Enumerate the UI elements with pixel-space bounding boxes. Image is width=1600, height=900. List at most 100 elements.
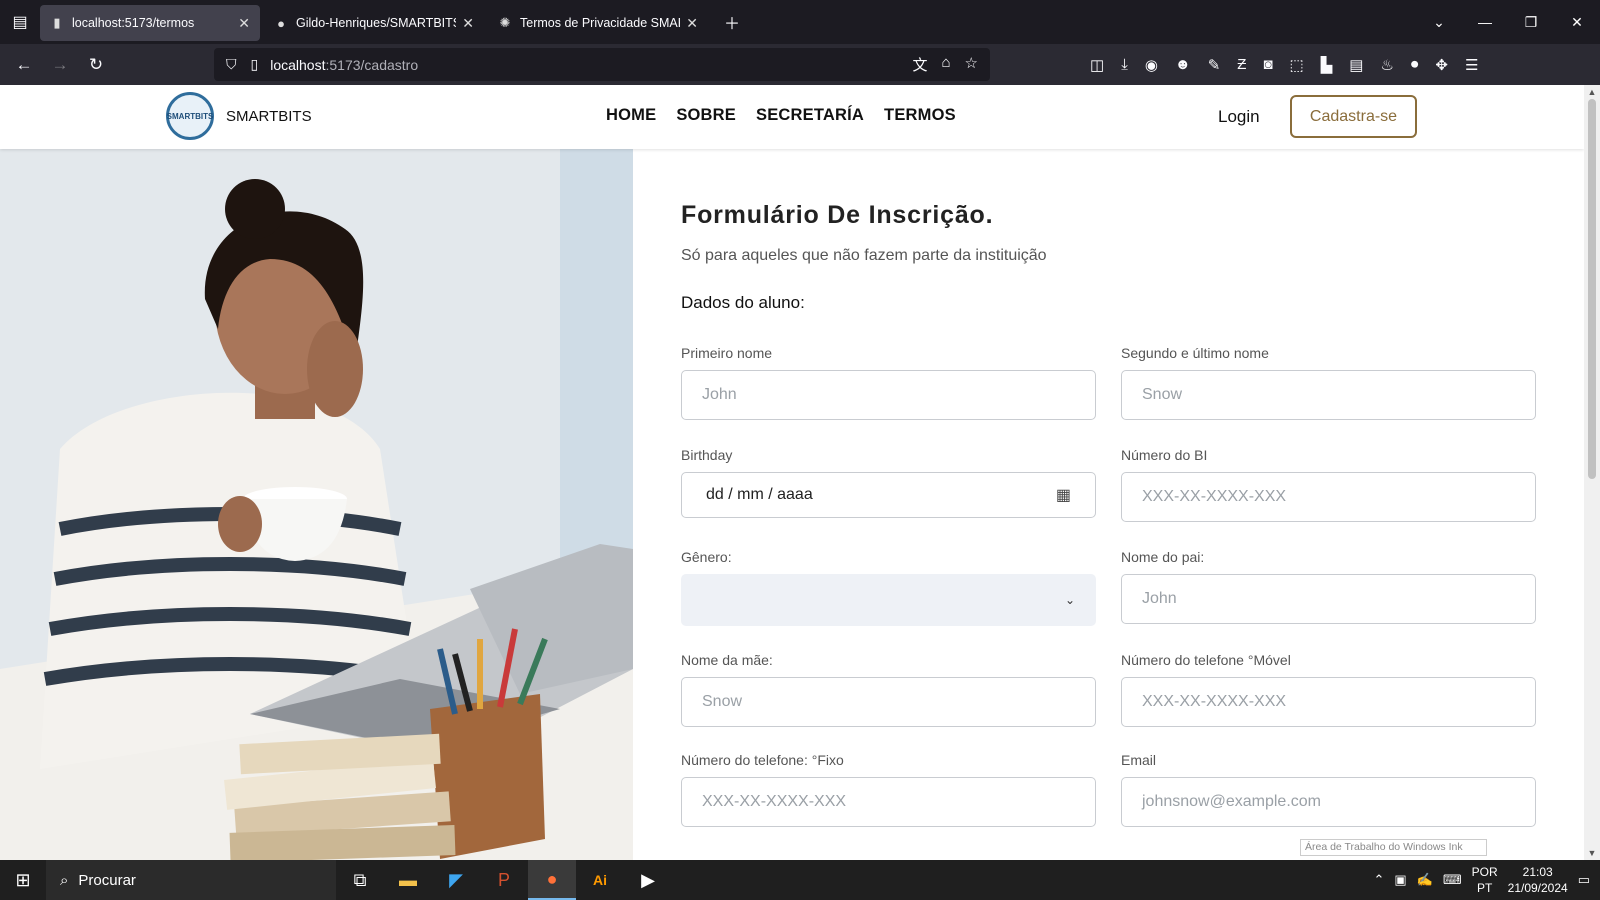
- translate-icon[interactable]: 文: [912, 54, 927, 75]
- menu-secretaria[interactable]: SECRETARÍA: [756, 106, 864, 125]
- media-player-icon[interactable]: ▶: [624, 860, 672, 900]
- first-name-label: Primeiro nome: [681, 345, 773, 361]
- landline-phone-input[interactable]: XXX-XX-XXXX-XXX: [681, 777, 1096, 827]
- calendar-icon[interactable]: ▦: [1056, 485, 1071, 505]
- firefox-icon[interactable]: ●: [528, 860, 576, 900]
- birthday-input[interactable]: dd / mm / aaaa ▦: [681, 472, 1096, 518]
- scrollbar-thumb[interactable]: [1588, 99, 1596, 479]
- clock[interactable]: 21:03 21/09/2024: [1508, 864, 1568, 896]
- brand-name[interactable]: SMARTBITS: [226, 108, 312, 125]
- account-icon[interactable]: ◉: [1145, 56, 1158, 74]
- url-host: localhost: [270, 56, 326, 73]
- menu-home[interactable]: HOME: [606, 106, 656, 125]
- menu-icon[interactable]: ☰: [1465, 56, 1478, 74]
- father-name-label: Nome do pai:: [1121, 549, 1205, 565]
- illustrator-icon[interactable]: Ai: [576, 860, 624, 900]
- flame-extension-icon[interactable]: ♨: [1380, 56, 1393, 74]
- pocket-icon[interactable]: ◫: [1090, 56, 1104, 74]
- forward-icon[interactable]: →: [42, 55, 78, 75]
- menu-termos[interactable]: TERMOS: [884, 106, 956, 125]
- bookmark-star-icon[interactable]: ☆: [965, 54, 978, 75]
- language-code: POR: [1471, 865, 1498, 879]
- notes-extension-icon[interactable]: ▤: [1349, 56, 1363, 74]
- mother-name-label: Nome da mãe:: [681, 652, 773, 668]
- father-name-input[interactable]: John: [1121, 574, 1536, 624]
- zotero-icon[interactable]: Ƶ: [1237, 56, 1246, 73]
- search-placeholder: Procurar: [78, 871, 136, 889]
- page-info-icon[interactable]: ▯: [251, 56, 259, 73]
- signup-button[interactable]: Cadastra-se: [1290, 95, 1417, 138]
- landline-phone-field: Número do telefone: °Fixo XXX-XX-XXXX-XX…: [681, 752, 1096, 827]
- close-window-icon[interactable]: ✕: [1554, 0, 1600, 44]
- close-icon[interactable]: ✕: [238, 15, 250, 32]
- mobile-phone-input[interactable]: XXX-XX-XXXX-XXX: [1121, 677, 1536, 727]
- docs-extension-icon[interactable]: ▙: [1321, 56, 1333, 74]
- powerpoint-icon[interactable]: P: [480, 860, 528, 900]
- browser-navbar: ← → ↻ ⛉ ▯ localhost:5173/cadastro 文 ⌂ ☆ …: [0, 44, 1600, 85]
- pen-extension-icon[interactable]: ✎: [1208, 56, 1221, 74]
- page-icon: ▮: [53, 15, 61, 30]
- extension-icon[interactable]: ☻: [1175, 56, 1191, 73]
- minimize-icon[interactable]: —: [1462, 0, 1508, 44]
- screenshot-icon[interactable]: ⬚: [1290, 56, 1304, 74]
- notification-icon[interactable]: ▭: [1578, 872, 1590, 888]
- bi-input[interactable]: XXX-XX-XXXX-XXX: [1121, 472, 1536, 522]
- scroll-down-icon[interactable]: ▼: [1584, 848, 1600, 858]
- mother-name-input[interactable]: Snow: [681, 677, 1096, 727]
- tab-overview-icon[interactable]: ▤: [0, 12, 40, 32]
- gender-select[interactable]: ⌄: [681, 574, 1096, 626]
- tab-title: localhost:5173/termos: [72, 16, 195, 30]
- email-input[interactable]: johnsnow@example.com: [1121, 777, 1536, 827]
- form-title: Formulário De Inscrição.: [681, 201, 994, 229]
- mobile-phone-field: Número do telefone °Móvel XXX-XX-XXXX-XX…: [1121, 652, 1536, 727]
- file-explorer-icon[interactable]: ▬: [384, 860, 432, 900]
- smartbits-logo[interactable]: SMARTBITS: [166, 92, 214, 140]
- birthday-field: Birthday dd / mm / aaaa ▦: [681, 447, 1096, 518]
- tab-privacy-terms[interactable]: ✺ Termos de Privacidade SMARTB ✕: [488, 5, 708, 41]
- scroll-up-icon[interactable]: ▲: [1584, 87, 1600, 97]
- home-icon[interactable]: ⌂: [941, 54, 950, 75]
- first-name-input[interactable]: John: [681, 370, 1096, 420]
- page-scrollbar[interactable]: ▲ ▼: [1584, 85, 1600, 860]
- list-all-tabs-icon[interactable]: ⌄: [1416, 0, 1462, 44]
- windows-start-icon[interactable]: ⊞: [0, 870, 46, 891]
- reload-icon[interactable]: ↻: [78, 55, 114, 75]
- extensions-puzzle-icon[interactable]: ✥: [1435, 56, 1448, 74]
- father-name-field: Nome do pai: John: [1121, 549, 1536, 624]
- bi-field: Número do BI XXX-XX-XXXX-XXX: [1121, 447, 1536, 522]
- task-view-icon[interactable]: ⧉: [336, 860, 384, 900]
- bi-label: Número do BI: [1121, 447, 1208, 463]
- last-name-input[interactable]: Snow: [1121, 370, 1536, 420]
- tab-github[interactable]: ● Gildo-Henriques/SMARTBITS: P ✕: [264, 5, 484, 41]
- input-language[interactable]: POR PT: [1472, 864, 1498, 896]
- back-icon[interactable]: ←: [6, 55, 42, 75]
- vscode-icon[interactable]: ◤: [432, 860, 480, 900]
- keyboard-icon[interactable]: ⌨: [1443, 872, 1462, 888]
- hero-photo: [0, 149, 633, 860]
- browser-tab-strip: ▤ ▮ localhost:5173/termos ✕ ● Gildo-Henr…: [0, 0, 1600, 44]
- url-bar[interactable]: ⛉ ▯ localhost:5173/cadastro 文 ⌂ ☆: [214, 48, 990, 81]
- record-icon[interactable]: ⏺: [1411, 56, 1419, 73]
- mobile-phone-label: Número do telefone °Móvel: [1121, 652, 1291, 668]
- download-icon[interactable]: ⤓: [1121, 56, 1128, 73]
- menu-sobre[interactable]: SOBRE: [676, 106, 736, 125]
- meet-now-icon[interactable]: ▣: [1394, 872, 1406, 888]
- taskbar-search[interactable]: ⌕ Procurar: [46, 860, 336, 900]
- close-icon[interactable]: ✕: [686, 15, 698, 32]
- restore-icon[interactable]: ❐: [1508, 0, 1554, 44]
- windows-ink-icon[interactable]: ✍: [1417, 872, 1433, 888]
- gender-label: Gênero:: [681, 549, 732, 565]
- window-controls: ⌄ — ❐ ✕: [1416, 0, 1600, 44]
- camera-icon[interactable]: ◙: [1263, 56, 1272, 73]
- shield-icon[interactable]: ⛉: [226, 56, 237, 73]
- login-link[interactable]: Login: [1218, 107, 1260, 127]
- tab-termos[interactable]: ▮ localhost:5173/termos ✕: [40, 5, 260, 41]
- show-hidden-icons-icon[interactable]: ⌃: [1373, 872, 1384, 888]
- new-tab-icon[interactable]: ＋: [712, 10, 752, 34]
- windows-taskbar: ⊞ ⌕ Procurar ⧉ ▬ ◤ P ● Ai ▶ ⌃ ▣ ✍ ⌨ POR …: [0, 860, 1600, 900]
- mother-name-field: Nome da mãe: Snow: [681, 652, 1096, 727]
- email-label: Email: [1121, 752, 1157, 768]
- close-icon[interactable]: ✕: [462, 15, 474, 32]
- tab-title: Gildo-Henriques/SMARTBITS: P: [296, 16, 457, 30]
- clock-date: 21/09/2024: [1507, 881, 1568, 895]
